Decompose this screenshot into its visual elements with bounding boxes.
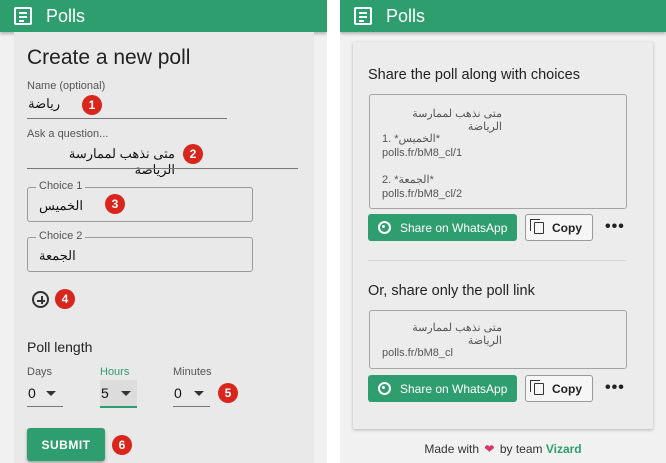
app-bar: Polls — [340, 0, 666, 32]
question-label: Ask a question... — [27, 128, 109, 140]
app-title: Polls — [46, 5, 86, 26]
app-bar: Polls — [0, 0, 327, 32]
minutes-value: 0 — [174, 385, 182, 401]
choice-1-line: 1. *الخميس* — [382, 133, 441, 145]
step-badge-2: 2 — [183, 144, 203, 164]
submit-button[interactable]: SUBMIT — [27, 428, 105, 461]
choice-2-label: Choice 2 — [36, 230, 86, 242]
dropdown-caret-icon — [121, 391, 131, 396]
share-choices-heading: Share the poll along with choices — [368, 67, 580, 83]
days-value: 0 — [28, 385, 36, 401]
poll-length-label: Poll length — [27, 339, 93, 355]
footer-middle: by team — [499, 442, 543, 456]
hours-value: 5 — [101, 385, 109, 401]
name-field[interactable]: رياضة — [27, 96, 60, 112]
step-badge-4: 4 — [55, 289, 75, 309]
minutes-label: Minutes — [173, 366, 212, 378]
choices-question-text: متى نذهب لممارسة الرياضة — [412, 108, 502, 133]
name-underline — [27, 118, 227, 119]
copy-label: Copy — [552, 381, 582, 396]
more-icon[interactable]: ••• — [605, 379, 625, 397]
share-poll-screen: Polls Share the poll along with choices … — [340, 0, 666, 463]
copy-button-choices[interactable]: Copy — [525, 214, 593, 241]
question-field[interactable]: متى نذهب لممارسة الرياضة — [27, 146, 175, 178]
step-badge-5: 5 — [218, 383, 238, 403]
choice-2-field[interactable]: Choice 2 الجمعة — [27, 230, 253, 272]
days-underline — [27, 406, 63, 407]
whatsapp-icon — [378, 221, 391, 234]
share-link-textbox[interactable]: متى نذهب لممارسة الرياضة polls.fr/bM8_cl — [369, 310, 627, 369]
days-label: Days — [27, 366, 53, 378]
dropdown-caret-icon — [46, 391, 56, 396]
question-underline — [27, 168, 298, 169]
whatsapp-label: Share on WhatsApp — [400, 220, 508, 235]
page-title: Create a new poll — [27, 46, 191, 69]
app-title: Polls — [386, 5, 426, 26]
whatsapp-icon — [378, 382, 391, 395]
more-icon[interactable]: ••• — [605, 218, 625, 236]
footer-prefix: Made with — [424, 442, 480, 456]
document-icon — [14, 7, 32, 25]
choice-1-link: polls.fr/bM8_cl/1 — [382, 147, 463, 159]
step-badge-6: 6 — [112, 435, 132, 455]
copy-icon — [530, 379, 544, 395]
copy-label: Copy — [552, 220, 582, 235]
poll-link-text: polls.fr/bM8_cl — [382, 347, 453, 359]
minutes-underline — [173, 406, 210, 407]
section-divider — [368, 260, 626, 261]
share-whatsapp-button-link[interactable]: Share on WhatsApp — [368, 375, 517, 402]
choice-2-value: الجمعة — [39, 248, 76, 263]
share-choices-textbox[interactable]: متى نذهب لممارسة الرياضة 1. *الخميس* pol… — [369, 94, 627, 209]
hours-label: Hours — [100, 366, 130, 378]
choice-2-link: polls.fr/bM8_cl/2 — [382, 188, 463, 200]
create-poll-screen: Polls Create a new poll Name (optional) … — [0, 0, 327, 463]
copy-button-link[interactable]: Copy — [525, 375, 593, 402]
footer: Made with ❤ by team Vizard — [340, 442, 666, 456]
hours-underline — [100, 406, 137, 408]
step-badge-1: 1 — [82, 95, 102, 115]
choice-1-value: الخميس — [39, 198, 83, 213]
step-badge-3: 3 — [105, 194, 125, 214]
share-link-heading: Or, share only the poll link — [368, 283, 535, 299]
heart-icon: ❤ — [484, 442, 495, 456]
choice-2-line: 2. *الجمعة* — [382, 174, 434, 186]
brand-link[interactable]: Vizard — [546, 442, 582, 456]
name-label: Name (optional) — [27, 80, 106, 92]
choice-1-label: Choice 1 — [36, 180, 86, 192]
whatsapp-label: Share on WhatsApp — [400, 381, 508, 396]
add-circle-icon[interactable] — [32, 291, 49, 308]
link-question-text: متى نذهب لممارسة الرياضة — [412, 322, 502, 347]
share-whatsapp-button-choices[interactable]: Share on WhatsApp — [368, 214, 517, 241]
dropdown-caret-icon — [194, 391, 204, 396]
document-icon — [354, 7, 372, 25]
copy-icon — [530, 218, 544, 234]
choice-1-field[interactable]: Choice 1 الخميس — [27, 180, 253, 222]
